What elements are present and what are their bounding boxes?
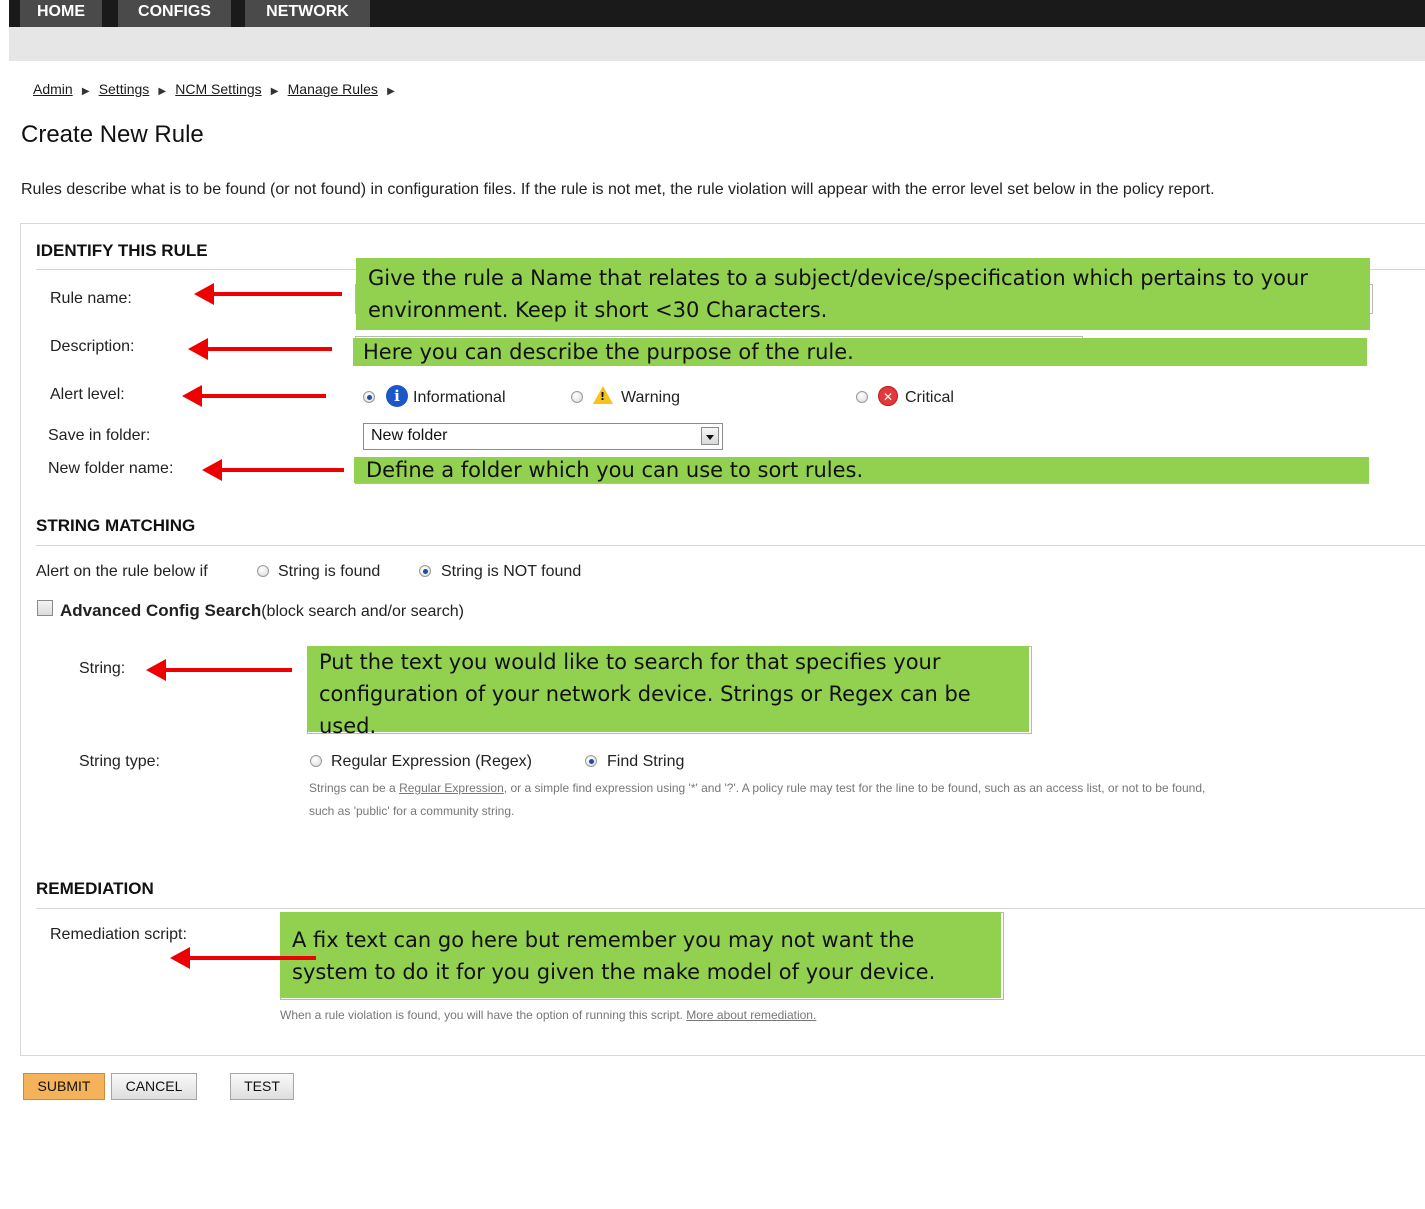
more-about-remediation-link[interactable]: More about remediation. [686, 1008, 816, 1022]
advanced-config-search-title: Advanced Config Search [60, 601, 262, 620]
alert-critical-radio[interactable] [856, 391, 868, 403]
find-string-label[interactable]: Find String [607, 753, 684, 771]
alert-critical-label[interactable]: Critical [905, 389, 954, 407]
callout-new-folder: Define a folder which you can use to sor… [354, 457, 1369, 483]
regex-radio[interactable] [310, 755, 322, 767]
tab-configs[interactable]: CONFIGS [118, 0, 231, 27]
annotation-arrow-icon [188, 338, 332, 360]
regular-expression-link[interactable]: Regular Expression [399, 781, 504, 795]
remediation-heading: REMEDIATION [36, 879, 154, 898]
callout-rule-name: Give the rule a Name that relates to a s… [356, 258, 1370, 330]
regex-label[interactable]: Regular Expression (Regex) [331, 753, 532, 771]
save-in-folder-select[interactable]: New folder [363, 423, 723, 450]
breadcrumb-arrow-icon: ▶ [81, 86, 90, 97]
breadcrumb: Admin ▶ Settings ▶ NCM Settings ▶ Manage Rules… [33, 81, 404, 97]
string-type-label: String type: [79, 753, 160, 770]
nav-left-strip [0, 0, 9, 27]
warning-icon: ! [593, 386, 613, 404]
sub-nav-bar [9, 27, 1425, 61]
annotation-arrow-icon [194, 283, 342, 305]
critical-icon: ✕ [878, 386, 898, 406]
annotation-arrow-icon [202, 459, 344, 481]
info-icon: i [386, 385, 408, 407]
string-not-found-radio[interactable] [419, 565, 431, 577]
help-text: Strings can be a [309, 781, 400, 795]
chevron-down-icon[interactable] [701, 427, 719, 445]
page-title: Create New Rule [21, 121, 204, 148]
string-type-help-line1: Strings can be a Regular Expression, or … [309, 781, 1205, 795]
string-not-found-label[interactable]: String is NOT found [441, 563, 581, 581]
breadcrumb-admin[interactable]: Admin [33, 81, 73, 97]
top-nav-bar: HOME CONFIGS NETWORK [0, 0, 1425, 27]
string-type-help-line2: such as 'public' for a community string. [309, 804, 515, 818]
save-in-folder-value: New folder [371, 427, 448, 444]
callout-string: Put the text you would like to search fo… [307, 646, 1029, 738]
cancel-button[interactable]: CANCEL [111, 1073, 197, 1100]
string-found-label[interactable]: String is found [278, 563, 380, 581]
alert-warning-label[interactable]: Warning [621, 389, 680, 407]
string-label: String: [79, 660, 126, 677]
advanced-config-search-hint: (block search and/or search) [261, 603, 464, 620]
annotation-arrow-icon [182, 385, 326, 407]
page-intro: Rules describe what is to be found (or n… [21, 181, 1215, 198]
breadcrumb-arrow-icon: ▶ [387, 86, 395, 97]
annotation-arrow-icon [170, 947, 316, 969]
description-label: Description: [50, 338, 135, 355]
help-text: , or a simple find expression using '*' … [503, 781, 1206, 795]
alert-warning-radio[interactable] [571, 391, 583, 403]
tab-home[interactable]: HOME [20, 0, 102, 27]
rule-name-label: Rule name: [50, 290, 132, 307]
alert-informational-radio[interactable] [363, 391, 375, 403]
advanced-config-search-checkbox[interactable] [37, 600, 53, 616]
find-string-radio[interactable] [585, 755, 597, 767]
tab-network[interactable]: NETWORK [245, 0, 370, 27]
alert-informational-label[interactable]: Informational [413, 389, 506, 407]
alert-level-label: Alert level: [50, 386, 125, 403]
breadcrumb-manage-rules[interactable]: Manage Rules [288, 81, 378, 97]
callout-remediation: A fix text can go here but remember you … [280, 912, 1001, 998]
string-found-radio[interactable] [257, 565, 269, 577]
callout-description: Here you can describe the purpose of the… [353, 338, 1367, 366]
test-button[interactable]: TEST [230, 1073, 294, 1100]
advanced-config-search-label[interactable]: Advanced Config Search(block search and/… [60, 601, 464, 621]
breadcrumb-settings[interactable]: Settings [99, 81, 150, 97]
alert-if-label: Alert on the rule below if [36, 563, 208, 580]
breadcrumb-ncm-settings[interactable]: NCM Settings [175, 81, 261, 97]
annotation-arrow-icon [146, 659, 292, 681]
help-text: When a rule violation is found, you will… [280, 1008, 687, 1022]
string-matching-divider [36, 545, 1425, 546]
identify-heading: IDENTIFY THIS RULE [36, 241, 208, 260]
string-matching-heading: STRING MATCHING [36, 516, 196, 535]
breadcrumb-arrow-icon: ▶ [270, 86, 279, 97]
remediation-help: When a rule violation is found, you will… [280, 1008, 816, 1022]
submit-button[interactable]: SUBMIT [23, 1073, 105, 1100]
new-folder-name-label: New folder name: [48, 460, 174, 477]
remediation-script-label: Remediation script: [50, 926, 187, 943]
breadcrumb-arrow-icon: ▶ [158, 86, 167, 97]
remediation-divider [36, 908, 1425, 909]
save-in-folder-label: Save in folder: [48, 427, 151, 444]
